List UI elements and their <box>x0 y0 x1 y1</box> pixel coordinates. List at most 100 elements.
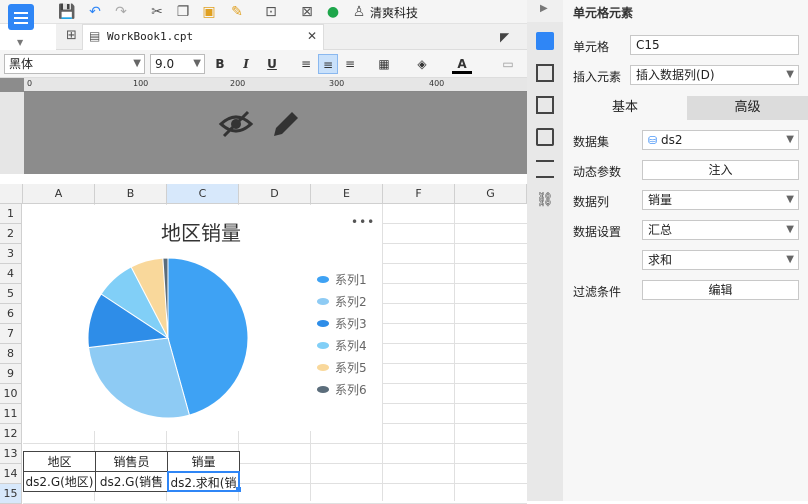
hide-icon[interactable] <box>218 108 254 140</box>
legend-label: 系列2 <box>335 295 367 309</box>
column-header[interactable]: D <box>239 184 311 204</box>
legend-item[interactable]: 系列6 <box>317 381 367 398</box>
redo-icon[interactable]: ↷ <box>112 3 130 21</box>
border-style-icon[interactable] <box>536 96 554 114</box>
legend-item[interactable]: 系列2 <box>317 293 367 310</box>
bold-button[interactable]: B <box>210 54 230 74</box>
undo-icon[interactable]: ↶ <box>86 3 104 21</box>
data-cell-region[interactable]: ds2.G(地区) <box>23 471 96 492</box>
border-icon[interactable]: ▦ <box>374 54 394 74</box>
align-center-icon[interactable]: ≡ <box>318 54 338 74</box>
row-header[interactable]: 7 <box>0 324 22 344</box>
ruler-tick: 400 <box>429 79 445 88</box>
ruler-tick: 300 <box>329 79 345 88</box>
filter-label: 过滤条件 <box>573 285 622 299</box>
row-header[interactable]: 9 <box>0 364 22 384</box>
align-left-icon[interactable]: ≡ <box>296 54 316 74</box>
insert-label: 插入元素 <box>573 70 622 84</box>
select-all-corner[interactable] <box>0 184 23 204</box>
header-cell-sales[interactable]: 销量 <box>167 451 240 472</box>
fill-handle[interactable] <box>236 487 241 492</box>
logo-dropdown-icon[interactable]: ▼ <box>17 38 23 47</box>
cell-label: 单元格 <box>573 40 610 54</box>
tab-advanced[interactable]: 高级 <box>687 96 808 120</box>
row-header[interactable]: 10 <box>0 384 22 404</box>
save-icon[interactable]: 💾 <box>58 3 76 21</box>
row-header[interactable]: 4 <box>0 264 22 284</box>
column-header[interactable]: G <box>455 184 527 204</box>
row-header[interactable]: 8 <box>0 344 22 364</box>
row-header[interactable]: 11 <box>0 404 22 424</box>
row-header[interactable]: 15 <box>0 484 22 504</box>
fill-color-icon[interactable]: ◈ <box>412 54 432 74</box>
legend-item[interactable]: 系列1 <box>317 271 367 288</box>
chart-design-area <box>0 78 527 174</box>
legend-item[interactable]: 系列5 <box>317 359 367 376</box>
aggregate-select[interactable]: 求和 ▼ <box>642 250 799 270</box>
theme-icon[interactable]: ♙ <box>350 3 368 21</box>
legend-item[interactable]: 系列4 <box>317 337 367 354</box>
format-brush-icon[interactable]: ✎ <box>228 3 246 21</box>
tab-workbook[interactable]: ▤ WorkBook1.cpt ✕ <box>82 24 324 50</box>
row-header[interactable]: 1 <box>0 204 22 224</box>
dataset-select[interactable]: ⛁ ds2 ▼ <box>642 130 799 150</box>
file-icon: ▤ <box>89 29 101 43</box>
row-header[interactable]: 13 <box>0 444 22 464</box>
condition-icon[interactable] <box>536 160 554 178</box>
tab-basic[interactable]: 基本 <box>563 96 687 120</box>
data-cell-salesperson[interactable]: ds2.G(销售 <box>95 471 168 492</box>
column-header[interactable]: A <box>23 184 95 204</box>
data-setting-select[interactable]: 汇总 ▼ <box>642 220 799 240</box>
column-header[interactable]: E <box>311 184 383 204</box>
copy-icon[interactable]: ❐ <box>174 3 192 21</box>
grid-icon[interactable]: ⊞ <box>66 28 77 43</box>
close-icon[interactable]: ✕ <box>307 29 317 43</box>
dynamic-param-label: 动态参数 <box>573 165 622 179</box>
font-color-button[interactable]: A <box>452 54 472 74</box>
legend-item[interactable]: 系列3 <box>317 315 367 332</box>
row-header[interactable]: 6 <box>0 304 22 324</box>
cell-attribute-icon[interactable] <box>536 64 554 82</box>
app-title[interactable]: 清爽科技 <box>370 4 418 21</box>
check-icon[interactable]: ● <box>324 3 342 21</box>
link-icon[interactable]: ⛓ <box>536 192 554 210</box>
row-header[interactable]: 14 <box>0 464 22 484</box>
column-header[interactable]: B <box>95 184 167 204</box>
paste-icon[interactable]: ▣ <box>200 3 218 21</box>
preview-icon[interactable]: ⊠ <box>298 3 316 21</box>
chart-more-icon[interactable]: ••• <box>351 215 375 229</box>
app-logo-icon[interactable] <box>8 4 34 30</box>
row-header[interactable]: 2 <box>0 224 22 244</box>
cell-input[interactable]: C15 <box>630 35 799 55</box>
underline-button[interactable]: U <box>262 54 282 74</box>
edit-pencil-icon[interactable] <box>270 108 302 140</box>
data-cell-sales-selected[interactable]: ds2.求和(销 <box>167 471 240 492</box>
row-header[interactable]: 3 <box>0 244 22 264</box>
grid-row-line <box>23 443 527 444</box>
align-right-icon[interactable]: ≡ <box>340 54 360 74</box>
insert-element-select[interactable]: 插入数据列(D) ▼ <box>630 65 799 85</box>
font-size-select[interactable]: 9.0 ▼ <box>150 54 205 74</box>
legend-label: 系列1 <box>335 273 367 287</box>
font-family-select[interactable]: 黑体 ▼ <box>4 54 145 74</box>
row-header[interactable]: 12 <box>0 424 22 444</box>
italic-button[interactable]: I <box>236 54 256 74</box>
grid-column-line <box>454 204 455 501</box>
header-cell-region[interactable]: 地区 <box>23 451 96 472</box>
more-format-icon[interactable]: ▭ <box>498 54 518 74</box>
chevron-down-icon: ▼ <box>786 194 794 205</box>
tab-menu-icon[interactable]: ◤ <box>500 30 509 44</box>
edit-filter-button[interactable]: 编辑 <box>642 280 799 300</box>
inject-button[interactable]: 注入 <box>642 160 799 180</box>
template-icon[interactable]: ⊡ <box>262 3 280 21</box>
data-column-select[interactable]: 销量 ▼ <box>642 190 799 210</box>
pie-chart[interactable]: 地区销量 ••• 系列1 系列2 系列3 系列4 系列5 系列6 <box>23 205 382 431</box>
header-cell-salesperson[interactable]: 销售员 <box>95 451 168 472</box>
widget-icon[interactable] <box>536 128 554 146</box>
row-header[interactable]: 5 <box>0 284 22 304</box>
column-header[interactable]: C <box>167 184 239 204</box>
column-header[interactable]: F <box>383 184 455 204</box>
cut-icon[interactable]: ✂ <box>148 3 166 21</box>
collapse-arrow-icon[interactable]: ▶ <box>540 3 548 14</box>
cell-element-icon[interactable] <box>536 32 554 50</box>
